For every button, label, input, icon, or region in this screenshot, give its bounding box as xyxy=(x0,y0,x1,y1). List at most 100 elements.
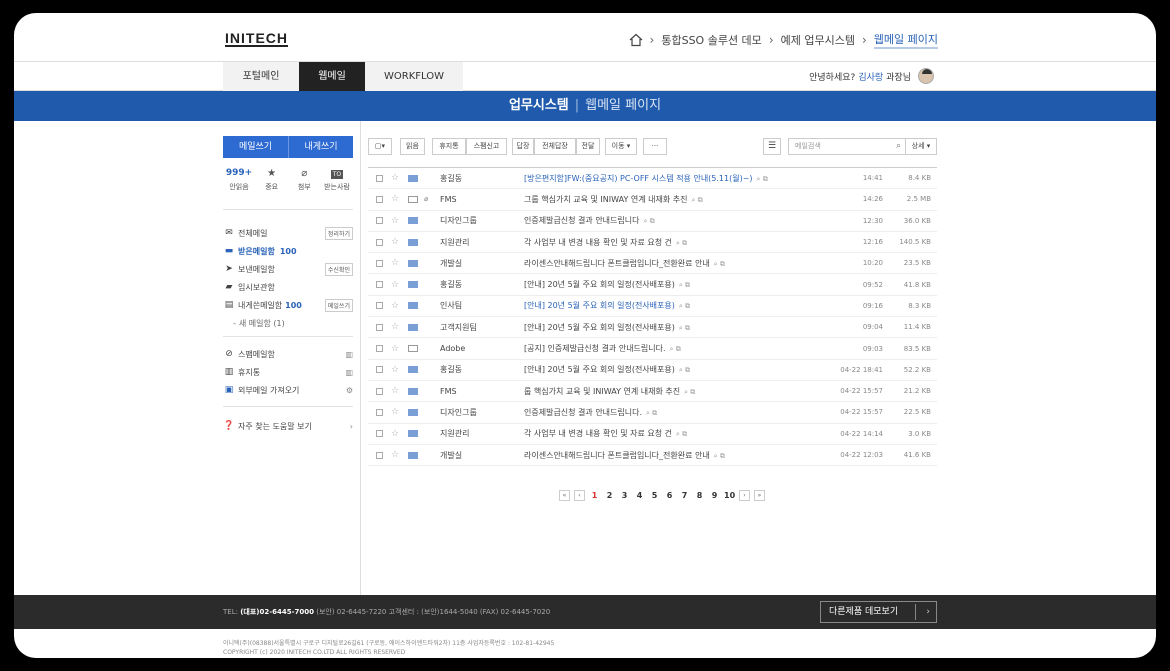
star-icon[interactable]: ☆ xyxy=(391,258,399,268)
mail-sender[interactable]: 개발실 xyxy=(440,450,520,461)
mail-subject[interactable]: 인증제발급신청 결과 안내드립니다 ⌕ ⧉ xyxy=(524,215,814,226)
star-icon[interactable]: ☆ xyxy=(391,194,399,204)
preview-icon[interactable]: ⌕ ⧉ xyxy=(644,217,655,225)
mail-row[interactable]: ☆ 개발실 라이센스안내해드립니다 폰트클럽입니다_전환완료 안내 ⌕ ⧉ 04-22 … xyxy=(368,445,937,467)
empty-trash-icon[interactable]: ▥ xyxy=(345,368,353,377)
forward-button[interactable]: 전달 xyxy=(576,138,600,155)
row-checkbox[interactable] xyxy=(376,302,383,310)
row-checkbox[interactable] xyxy=(376,451,383,459)
search-icon[interactable]: ⌕ xyxy=(896,139,901,154)
logo[interactable]: INITECH xyxy=(225,31,288,47)
preview-icon[interactable]: ⌕ ⧉ xyxy=(691,196,702,204)
mail-row[interactable]: ☆ 지원관리 각 사업부 내 변경 내용 확인 및 자료 요청 건 ⌕ ⧉ 04-22 … xyxy=(368,424,937,445)
row-checkbox[interactable] xyxy=(376,366,383,374)
star-icon[interactable]: ☆ xyxy=(391,173,399,183)
preview-icon[interactable]: ⌕ ⧉ xyxy=(679,281,690,289)
row-checkbox[interactable] xyxy=(376,281,383,289)
mail-sender[interactable]: 인사팀 xyxy=(440,300,520,311)
page-number[interactable]: 5 xyxy=(649,491,660,500)
quick-attach[interactable]: ⌀ 첨부 xyxy=(288,168,320,192)
star-icon[interactable]: ☆ xyxy=(391,301,399,311)
mail-subject[interactable]: 그룹 핵심가치 교육 및 INIWAY 연계 내재화 추진 ⌕ ⧉ xyxy=(524,194,814,205)
read-receipt-button[interactable]: 수신확인 xyxy=(324,262,353,276)
reply-button[interactable]: 답장 xyxy=(512,138,534,155)
mail-subject[interactable]: [공지] 인증제발급신청 결과 안내드립니다. ⌕ ⧉ xyxy=(524,343,814,354)
next-page-button[interactable]: › xyxy=(739,490,750,501)
star-icon[interactable]: ☆ xyxy=(391,280,399,290)
preview-icon[interactable]: ⌕ ⧉ xyxy=(757,175,768,183)
menu-import[interactable]: ▣ 외부메일 가져오기 ⚙ xyxy=(223,381,353,399)
detail-search-dropdown[interactable]: 상세 ▾ xyxy=(905,139,936,154)
mail-subject[interactable]: 라이센스안내해드립니다 폰트클럽입니다_전환완료 안내 ⌕ ⧉ xyxy=(524,258,814,269)
tab-workflow[interactable]: WORKFLOW xyxy=(365,62,463,91)
page-number[interactable]: 8 xyxy=(694,491,705,500)
mail-row[interactable]: ☆ 홍길동 [방은편지함]FW:(중요공지) PC-OFF 시스템 적용 안내(5.… xyxy=(368,168,937,190)
star-icon[interactable]: ☆ xyxy=(391,216,399,226)
row-checkbox[interactable] xyxy=(376,387,383,395)
mail-subject[interactable]: 인증제발급신청 결과 안내드립니다. ⌕ ⧉ xyxy=(524,407,814,418)
first-page-button[interactable]: « xyxy=(559,490,570,501)
spam-report-button[interactable]: 스팸신고 xyxy=(466,138,507,155)
tab-portal[interactable]: 포털메인 xyxy=(223,62,299,91)
mail-row[interactable]: ☆ FMS 룹 핵심가치 교육 및 INIWAY 연계 내재화 추진 ⌕ ⧉ 04-22… xyxy=(368,381,937,403)
star-icon[interactable]: ☆ xyxy=(391,237,399,247)
row-checkbox[interactable] xyxy=(376,195,383,203)
row-checkbox[interactable] xyxy=(376,430,383,438)
mail-row[interactable]: ☆ 디자인그룹 인증제발급신청 결과 안내드립니다 ⌕ ⧉ 12:30 36.0 KB xyxy=(368,211,937,232)
breadcrumb-item[interactable]: 예제 업무시스템 xyxy=(781,32,855,48)
mail-sender[interactable]: 지원관리 xyxy=(440,428,520,439)
star-icon[interactable]: ☆ xyxy=(391,322,399,332)
mail-sender[interactable]: 홍길동 xyxy=(440,279,520,290)
write-mail-button[interactable]: 메일쓰기 xyxy=(223,136,288,158)
quick-to[interactable]: TO 받는사람 xyxy=(321,168,353,192)
page-number[interactable]: 1 xyxy=(589,491,600,500)
page-number[interactable]: 9 xyxy=(709,491,720,500)
mail-row[interactable]: ☆ 홍길동 [안내] 20년 5월 주요 회의 일정(전사배포용) ⌕ ⧉ 09:52 4… xyxy=(368,274,937,296)
mail-subject[interactable]: 각 사업부 내 변경 내용 확인 및 자료 요청 건 ⌕ ⧉ xyxy=(524,428,814,439)
row-checkbox[interactable] xyxy=(376,174,383,182)
other-demo-button[interactable]: 다른제품 데모보기 › xyxy=(820,601,937,623)
mail-row[interactable]: ☆ 개발실 라이센스안내해드립니다 폰트클럽입니다_전환완료 안내 ⌕ ⧉ 10:20 2… xyxy=(368,253,937,275)
mail-row[interactable]: ☆ 홍길동 [안내] 20년 5월 주요 회의 일정(전사배포용) ⌕ ⧉ 04-22 … xyxy=(368,360,937,381)
write-mail-small-button[interactable]: 메일쓰기 xyxy=(324,298,353,312)
empty-trash-icon[interactable]: ▥ xyxy=(345,350,353,359)
page-number[interactable]: 3 xyxy=(619,491,630,500)
quick-unread[interactable]: 999+ 안읽음 xyxy=(223,168,255,192)
preview-icon[interactable]: ⌕ ⧉ xyxy=(714,452,725,460)
preview-icon[interactable]: ⌕ ⧉ xyxy=(714,260,725,268)
home-icon[interactable] xyxy=(629,33,643,47)
row-checkbox[interactable] xyxy=(376,238,383,246)
more-button[interactable]: ··· xyxy=(643,138,667,155)
mail-row[interactable]: ☆ 지원관리 각 사업부 내 변경 내용 확인 및 자료 요청 건 ⌕ ⧉ 12:16 1… xyxy=(368,232,937,254)
mail-row[interactable]: ☆ 고객지원팀 [안내] 20년 5월 주요 회의 일정(전사배포용) ⌕ ⧉ 09:0… xyxy=(368,317,937,339)
row-checkbox[interactable] xyxy=(376,217,383,225)
mail-row[interactable]: ☆ ⌀ FMS 그룹 핵심가치 교육 및 INIWAY 연계 내재화 추진 ⌕ ⧉ 14:… xyxy=(368,189,937,211)
mail-sender[interactable]: FMS xyxy=(440,387,520,396)
mail-sender[interactable]: 디자인그룹 xyxy=(440,215,520,226)
mail-row[interactable]: ☆ 디자인그룹 인증제발급신청 결과 안내드립니다. ⌕ ⧉ 04-22 15:57 22… xyxy=(368,402,937,424)
menu-new-folder[interactable]: - 새 메일함 (1) xyxy=(223,314,353,332)
mail-subject[interactable]: [안내] 20년 5월 주요 회의 일정(전사배포용) ⌕ ⧉ xyxy=(524,364,814,375)
mail-subject[interactable]: 룹 핵심가치 교육 및 INIWAY 연계 내재화 추진 ⌕ ⧉ xyxy=(524,386,814,397)
cleanup-button[interactable]: 정리하기 xyxy=(324,226,353,240)
mail-sender[interactable]: 디자인그룹 xyxy=(440,407,520,418)
mail-sender[interactable]: 지원관리 xyxy=(440,237,520,248)
page-number[interactable]: 6 xyxy=(664,491,675,500)
mail-sender[interactable]: Adobe xyxy=(440,344,520,353)
page-number[interactable]: 2 xyxy=(604,491,615,500)
list-view-icon[interactable]: ☰ xyxy=(763,138,781,155)
breadcrumb-current[interactable]: 웹메일 페이지 xyxy=(873,31,938,49)
breadcrumb-item[interactable]: 통합SSO 솔루션 데모 xyxy=(661,32,761,48)
reply-all-button[interactable]: 전체답장 xyxy=(534,138,576,155)
mail-row[interactable]: ☆ 인사팀 [안내] 20년 5월 주요 회의 일정(전사배포용) ⌕ ⧉ 09:16 8… xyxy=(368,296,937,318)
mail-sender[interactable]: FMS xyxy=(440,195,520,204)
mail-sender[interactable]: 개발실 xyxy=(440,258,520,269)
mail-sender[interactable]: 홍길동 xyxy=(440,173,520,184)
mail-row[interactable]: ☆ Adobe [공지] 인증제발급신청 결과 안내드립니다. ⌕ ⧉ 09:03 83.… xyxy=(368,338,937,360)
preview-icon[interactable]: ⌕ ⧉ xyxy=(646,409,657,417)
preview-icon[interactable]: ⌕ ⧉ xyxy=(676,239,687,247)
preview-icon[interactable]: ⌕ ⧉ xyxy=(679,302,690,310)
search-input[interactable]: 메일검색 ⌕ 상세 ▾ xyxy=(788,138,937,155)
tab-webmail[interactable]: 웹메일 xyxy=(299,62,365,91)
mail-subject[interactable]: [방은편지함]FW:(중요공지) PC-OFF 시스템 적용 안내(5.11(월… xyxy=(524,173,814,184)
